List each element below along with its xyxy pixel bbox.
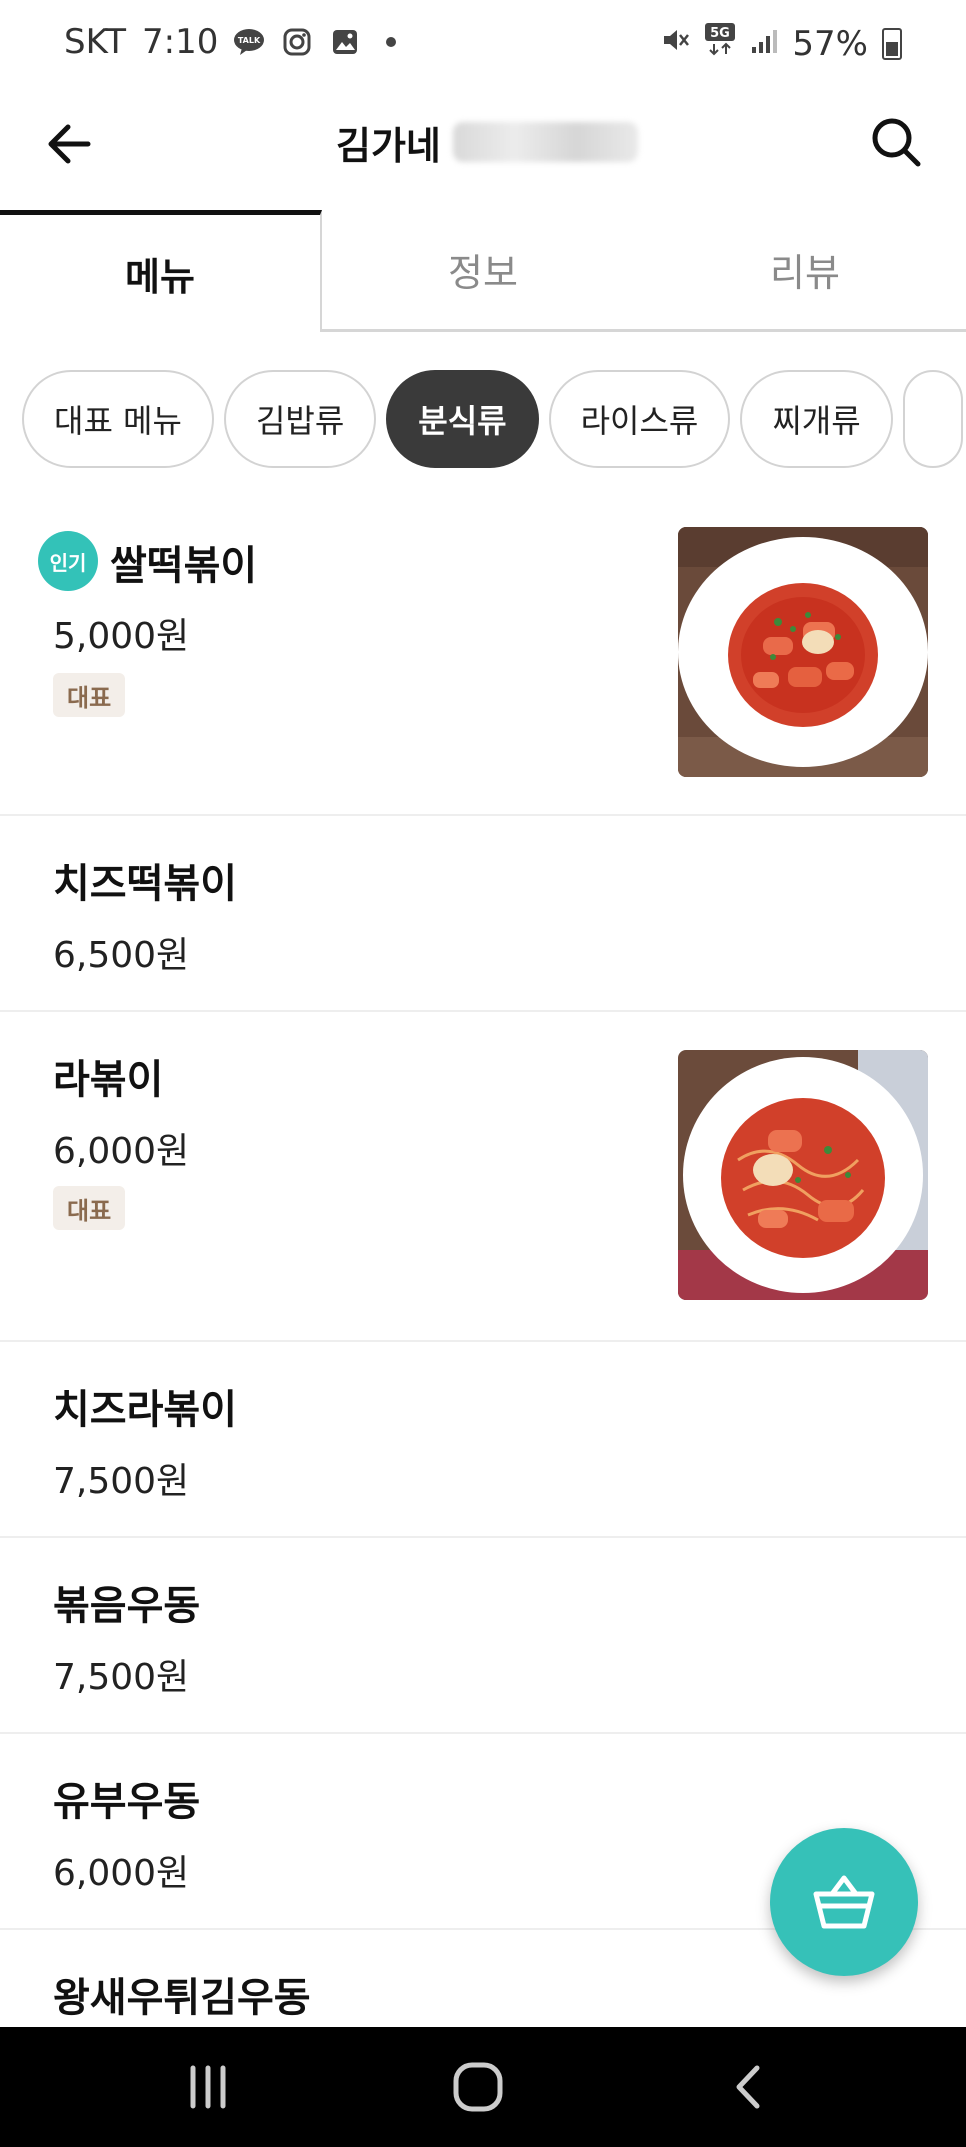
chip-stew[interactable]: 찌개류 (740, 370, 893, 468)
status-right: 5G 57% (660, 22, 902, 65)
chip-gimbap[interactable]: 김밥류 (223, 370, 377, 468)
gallery-icon (328, 25, 362, 59)
menu-item-price: 6,500원 (53, 935, 190, 976)
instagram-icon (280, 25, 314, 59)
chip-partial[interactable] (902, 370, 963, 468)
menu-item-photo (678, 1050, 928, 1300)
menu-item[interactable]: 인기 쌀떡볶이 5,000원 대표 (0, 515, 966, 816)
system-back-button[interactable] (720, 2057, 780, 2117)
status-left: SKT 7:10 TALK (64, 22, 397, 62)
tteokbokki-image (678, 527, 928, 777)
menu-item-price: 7,500원 (53, 1461, 190, 1502)
rabokki-image (678, 1050, 928, 1300)
representative-badge: 대표 (53, 1186, 126, 1230)
chip-snack[interactable]: 분식류 (386, 370, 539, 468)
chip-representative[interactable]: 대표 메뉴 (22, 370, 214, 468)
chevron-left-icon (736, 2065, 760, 2109)
carrier-label: SKT (64, 22, 127, 62)
status-bar: SKT 7:10 TALK 5G 57% (0, 0, 966, 84)
cart-button[interactable] (770, 1828, 918, 1976)
basket-icon (813, 1875, 875, 1929)
tab-info[interactable]: 정보 (322, 210, 644, 332)
mute-icon (660, 24, 690, 64)
kakaotalk-icon: TALK (232, 25, 266, 59)
menu-item[interactable]: 라볶이 6,000원 대표 (0, 1012, 966, 1342)
clock: 7:10 (142, 22, 219, 62)
recent-apps-icon (190, 2065, 226, 2109)
home-icon (453, 2062, 503, 2112)
app-bar: 김가네 (0, 84, 966, 196)
notification-dot-icon (386, 37, 397, 47)
menu-item-price: 5,000원 (53, 616, 190, 657)
arrow-left-icon (48, 124, 91, 164)
signal-icon (750, 24, 778, 64)
recent-apps-button[interactable] (178, 2057, 238, 2117)
menu-item-name: 치즈라볶이 (53, 1387, 237, 1433)
search-button[interactable] (866, 112, 926, 172)
menu-item-name: 왕새우튀김우동 (53, 1975, 311, 2021)
menu-item-name: 유부우동 (53, 1779, 201, 1825)
chip-rice[interactable]: 라이스류 (548, 370, 731, 468)
representative-badge: 대표 (53, 673, 126, 717)
menu-item-name: 라볶이 (53, 1057, 164, 1103)
battery-percent: 57% (792, 23, 868, 64)
menu-item-price: 6,000원 (53, 1131, 190, 1172)
menu-item-name: 볶음우동 (53, 1583, 201, 1629)
page-title: 김가네 (336, 123, 441, 168)
menu-item-name: 치즈떡볶이 (53, 861, 237, 907)
category-chips: 대표 메뉴 김밥류 분식류 라이스류 찌개류 (22, 370, 966, 472)
menu-list: 인기 쌀떡볶이 5,000원 대표 치즈떡볶이 6,500원 라볶이 6,000… (0, 515, 966, 2060)
menu-item-price: 6,000원 (53, 1853, 190, 1894)
menu-item-price: 7,500원 (53, 1657, 190, 1698)
popular-badge: 인기 (38, 531, 98, 591)
search-icon (872, 118, 921, 167)
tab-review[interactable]: 리뷰 (644, 210, 966, 332)
battery-icon (882, 27, 902, 60)
system-nav-bar (0, 2027, 966, 2147)
network-5g-icon: 5G (704, 22, 736, 65)
menu-item[interactable]: 치즈라볶이 7,500원 (0, 1342, 966, 1538)
back-button[interactable] (40, 114, 100, 174)
menu-item[interactable]: 볶음우동 7,500원 (0, 1538, 966, 1734)
home-button[interactable] (448, 2057, 508, 2117)
menu-item-photo (678, 527, 928, 777)
svg-text:5G: 5G (711, 26, 731, 41)
menu-item-name: 쌀떡볶이 (110, 543, 258, 589)
svg-text:TALK: TALK (238, 36, 261, 45)
menu-item[interactable]: 치즈떡볶이 6,500원 (0, 816, 966, 1012)
store-title: 김가네 (336, 114, 638, 170)
blurred-title-suffix (452, 122, 638, 162)
tab-bar: 메뉴 정보 리뷰 (0, 210, 966, 332)
tab-menu[interactable]: 메뉴 (0, 210, 322, 332)
